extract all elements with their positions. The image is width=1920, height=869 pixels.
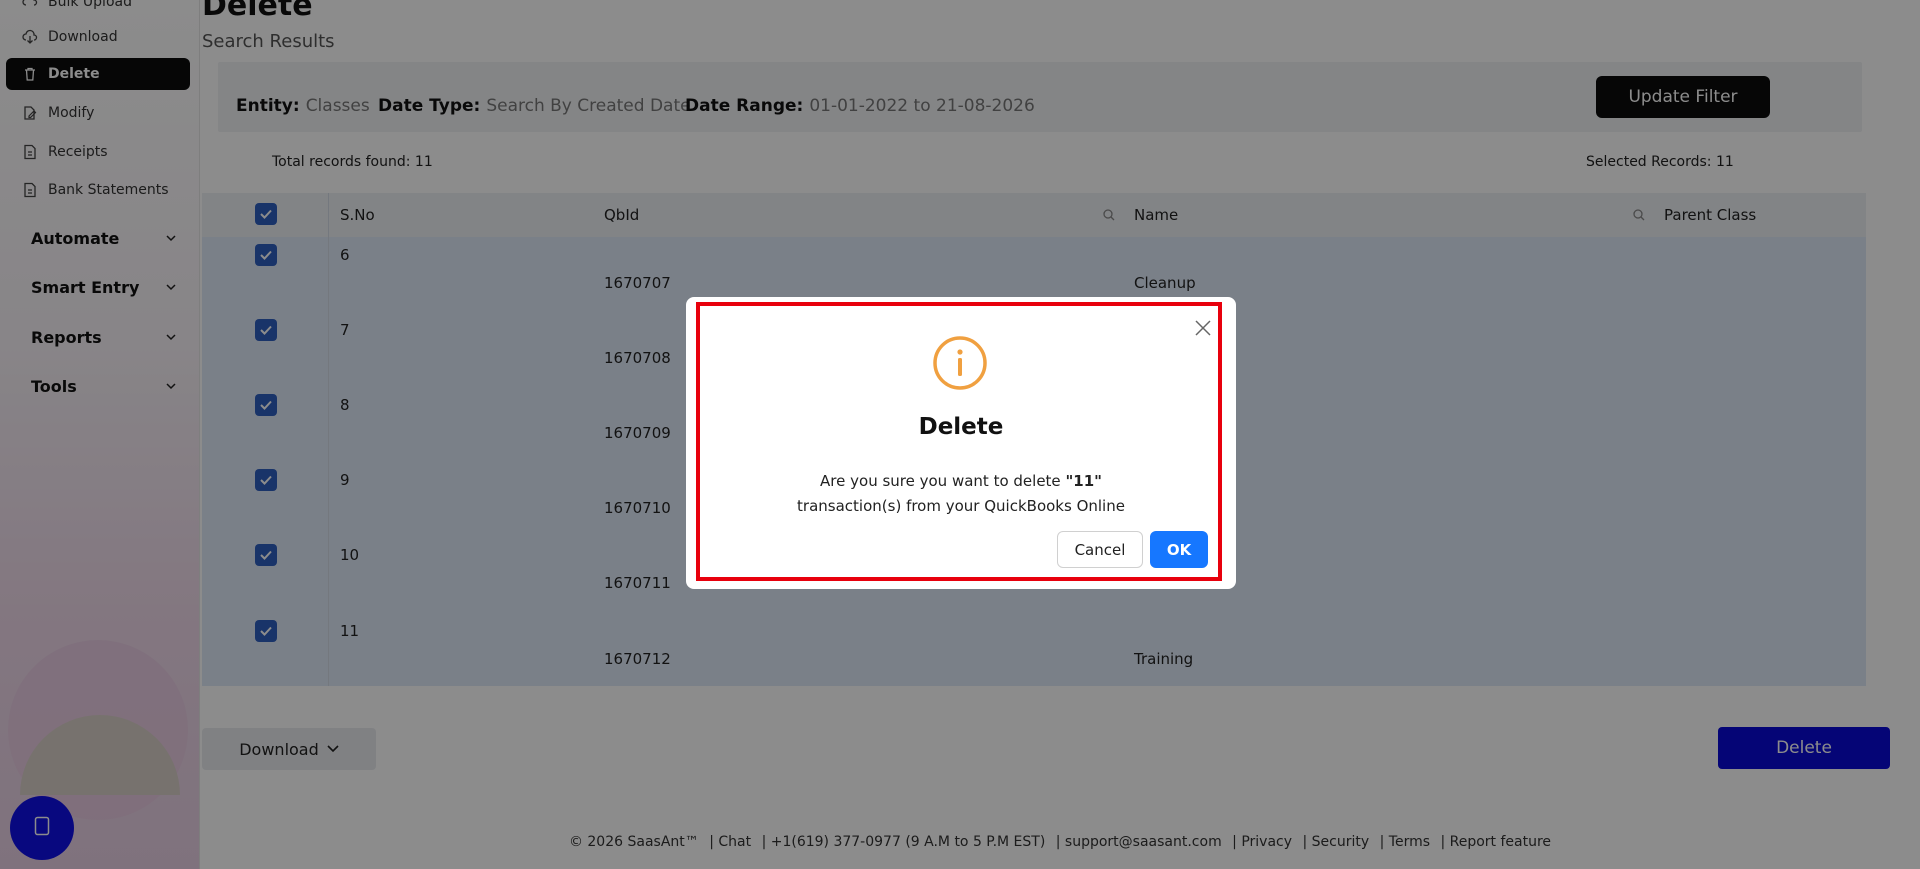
cancel-button[interactable]: Cancel (1057, 531, 1143, 568)
modal-message-count: "11" (1065, 472, 1102, 490)
delete-confirm-modal: Delete Are you sure you want to delete "… (686, 297, 1236, 589)
modal-message: Are you sure you want to delete "11" tra… (686, 469, 1236, 519)
close-icon[interactable] (1194, 319, 1212, 337)
modal-message-suffix: transaction(s) from your QuickBooks Onli… (797, 497, 1125, 515)
modal-message-prefix: Are you sure you want to delete (820, 472, 1066, 490)
info-icon (932, 335, 988, 391)
modal-title: Delete (918, 414, 1004, 440)
ok-button[interactable]: OK (1150, 531, 1208, 568)
